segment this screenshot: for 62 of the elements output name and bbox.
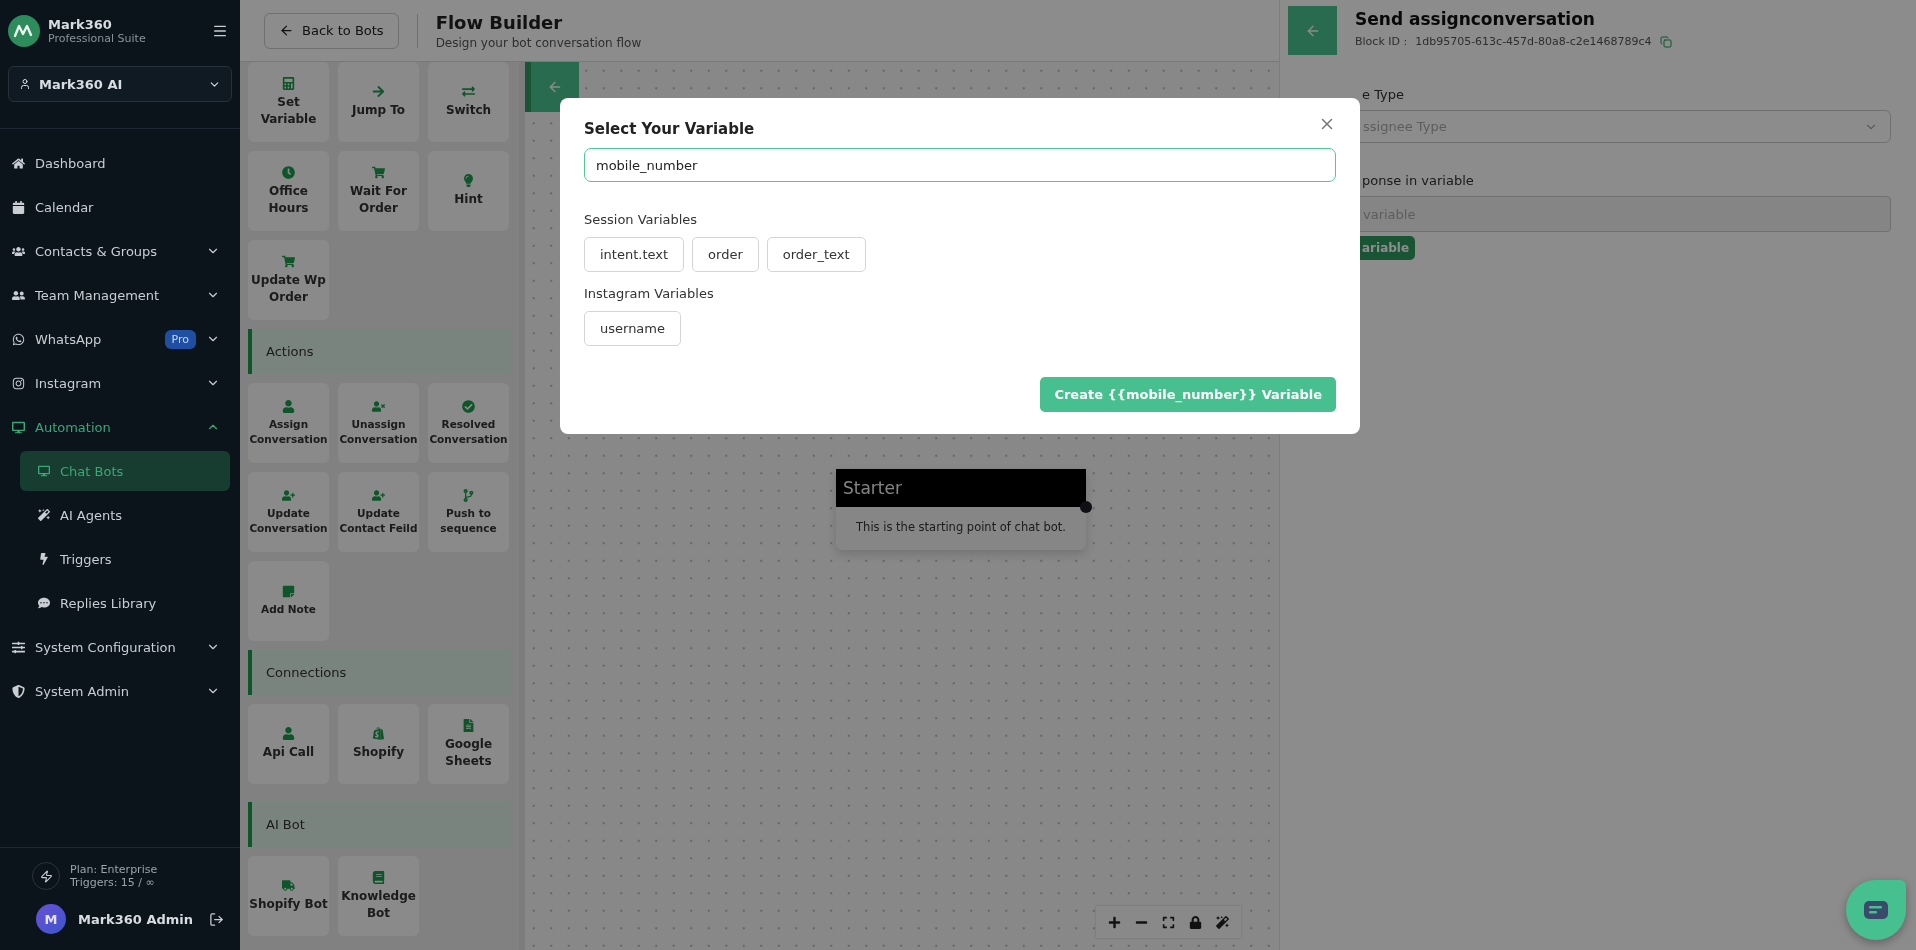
starter-node[interactable]: Starter This is the starting point of chat bot. [836,469,1086,550]
nav-subitem[interactable]: AI Agents [20,495,230,535]
block-tile[interactable]: Unassign Conversation [338,383,419,463]
nav-item[interactable]: Team Management [10,275,230,315]
back-button[interactable]: Back to Bots [264,12,399,49]
block-tile[interactable]: Add Note [248,561,329,641]
variable-chip[interactable]: order [692,237,759,272]
field-label: e Type [1362,87,1405,102]
block-tile[interactable]: Update Contact Feild [338,472,419,552]
section-header: Actions [248,329,511,374]
block-tile[interactable]: Shopify [338,704,419,784]
nav-item[interactable]: System Configuration [10,627,230,667]
block-tile[interactable]: Office Hours [248,151,329,231]
block-tile[interactable]: Api Call [248,704,329,784]
panel-title: Send assignconversation [1355,9,1596,29]
nav-subitem[interactable]: Replies Library [20,583,230,623]
variable-chip[interactable]: intent.text [584,237,685,272]
block-id: 1db95705-613c-457d-80a8-c2e1468789c4 [1415,35,1652,48]
block-id-label: Block ID : [1355,35,1408,48]
block-tile[interactable]: Jump To [338,62,419,142]
block-tile[interactable]: Push to sequence [428,472,509,552]
nav-subitem[interactable]: Chat Bots [20,451,230,491]
nav-item[interactable]: Calendar [10,187,230,227]
page-subtitle: Design your bot conversation flow [435,35,642,50]
triggers-text: Triggers: 15 / ∞ [70,876,156,889]
workspace-select[interactable]: Mark360 AI [8,66,232,102]
nav-item[interactable]: System Admin [10,671,230,711]
nav-item[interactable]: Instagram [10,363,230,403]
nav-subitem[interactable]: Triggers [20,539,230,579]
block-tile[interactable]: Wait For Order [338,151,419,231]
node-title: Starter [836,469,1086,507]
nav-item[interactable]: Automation [10,407,230,447]
block-tile[interactable]: Set Variable [248,62,329,142]
block-tile[interactable]: Switch [428,62,509,142]
section-header: AI Bot [248,802,511,847]
user-name: Mark360 Admin [78,911,195,927]
section-header: Connections [248,650,511,695]
variable-chip[interactable]: order_text [766,237,866,272]
node-text: This is the starting point of chat bot. [855,519,1067,536]
nav-item[interactable]: Contacts & Groups [10,231,230,271]
nav-item[interactable]: WhatsApp Pro [10,319,230,359]
dialog-title: Select Your Variable [584,120,755,138]
block-tile[interactable]: Update Conversation [248,472,329,552]
page-title: Flow Builder [435,11,564,33]
block-tile[interactable]: Hint [428,151,509,231]
block-tile[interactable]: Shopify Bot [248,856,329,936]
group-title: Instagram Variables [584,286,715,301]
block-tile[interactable]: Resolved Conversation [428,383,509,463]
field-label: ponse in variable [1362,173,1475,188]
block-tile[interactable]: Update Wp Order [248,240,329,320]
pro-badge: Pro [164,329,196,349]
nav-item[interactable]: Dashboard [10,143,230,183]
variable-input[interactable]: mobile_number [584,148,1336,182]
group-title: Session Variables [584,212,699,227]
variable-chip[interactable]: username [584,311,681,346]
block-tile[interactable]: Knowledge Bot [338,856,419,936]
brand-name: Mark360 [48,17,113,32]
user-avatar: M [36,904,66,934]
block-tile[interactable]: Google Sheets [428,704,509,784]
block-tile[interactable]: Assign Conversation [248,383,329,463]
brand-subtitle: Professional Suite [48,32,147,45]
plan-text: Plan: Enterprise [70,863,158,876]
